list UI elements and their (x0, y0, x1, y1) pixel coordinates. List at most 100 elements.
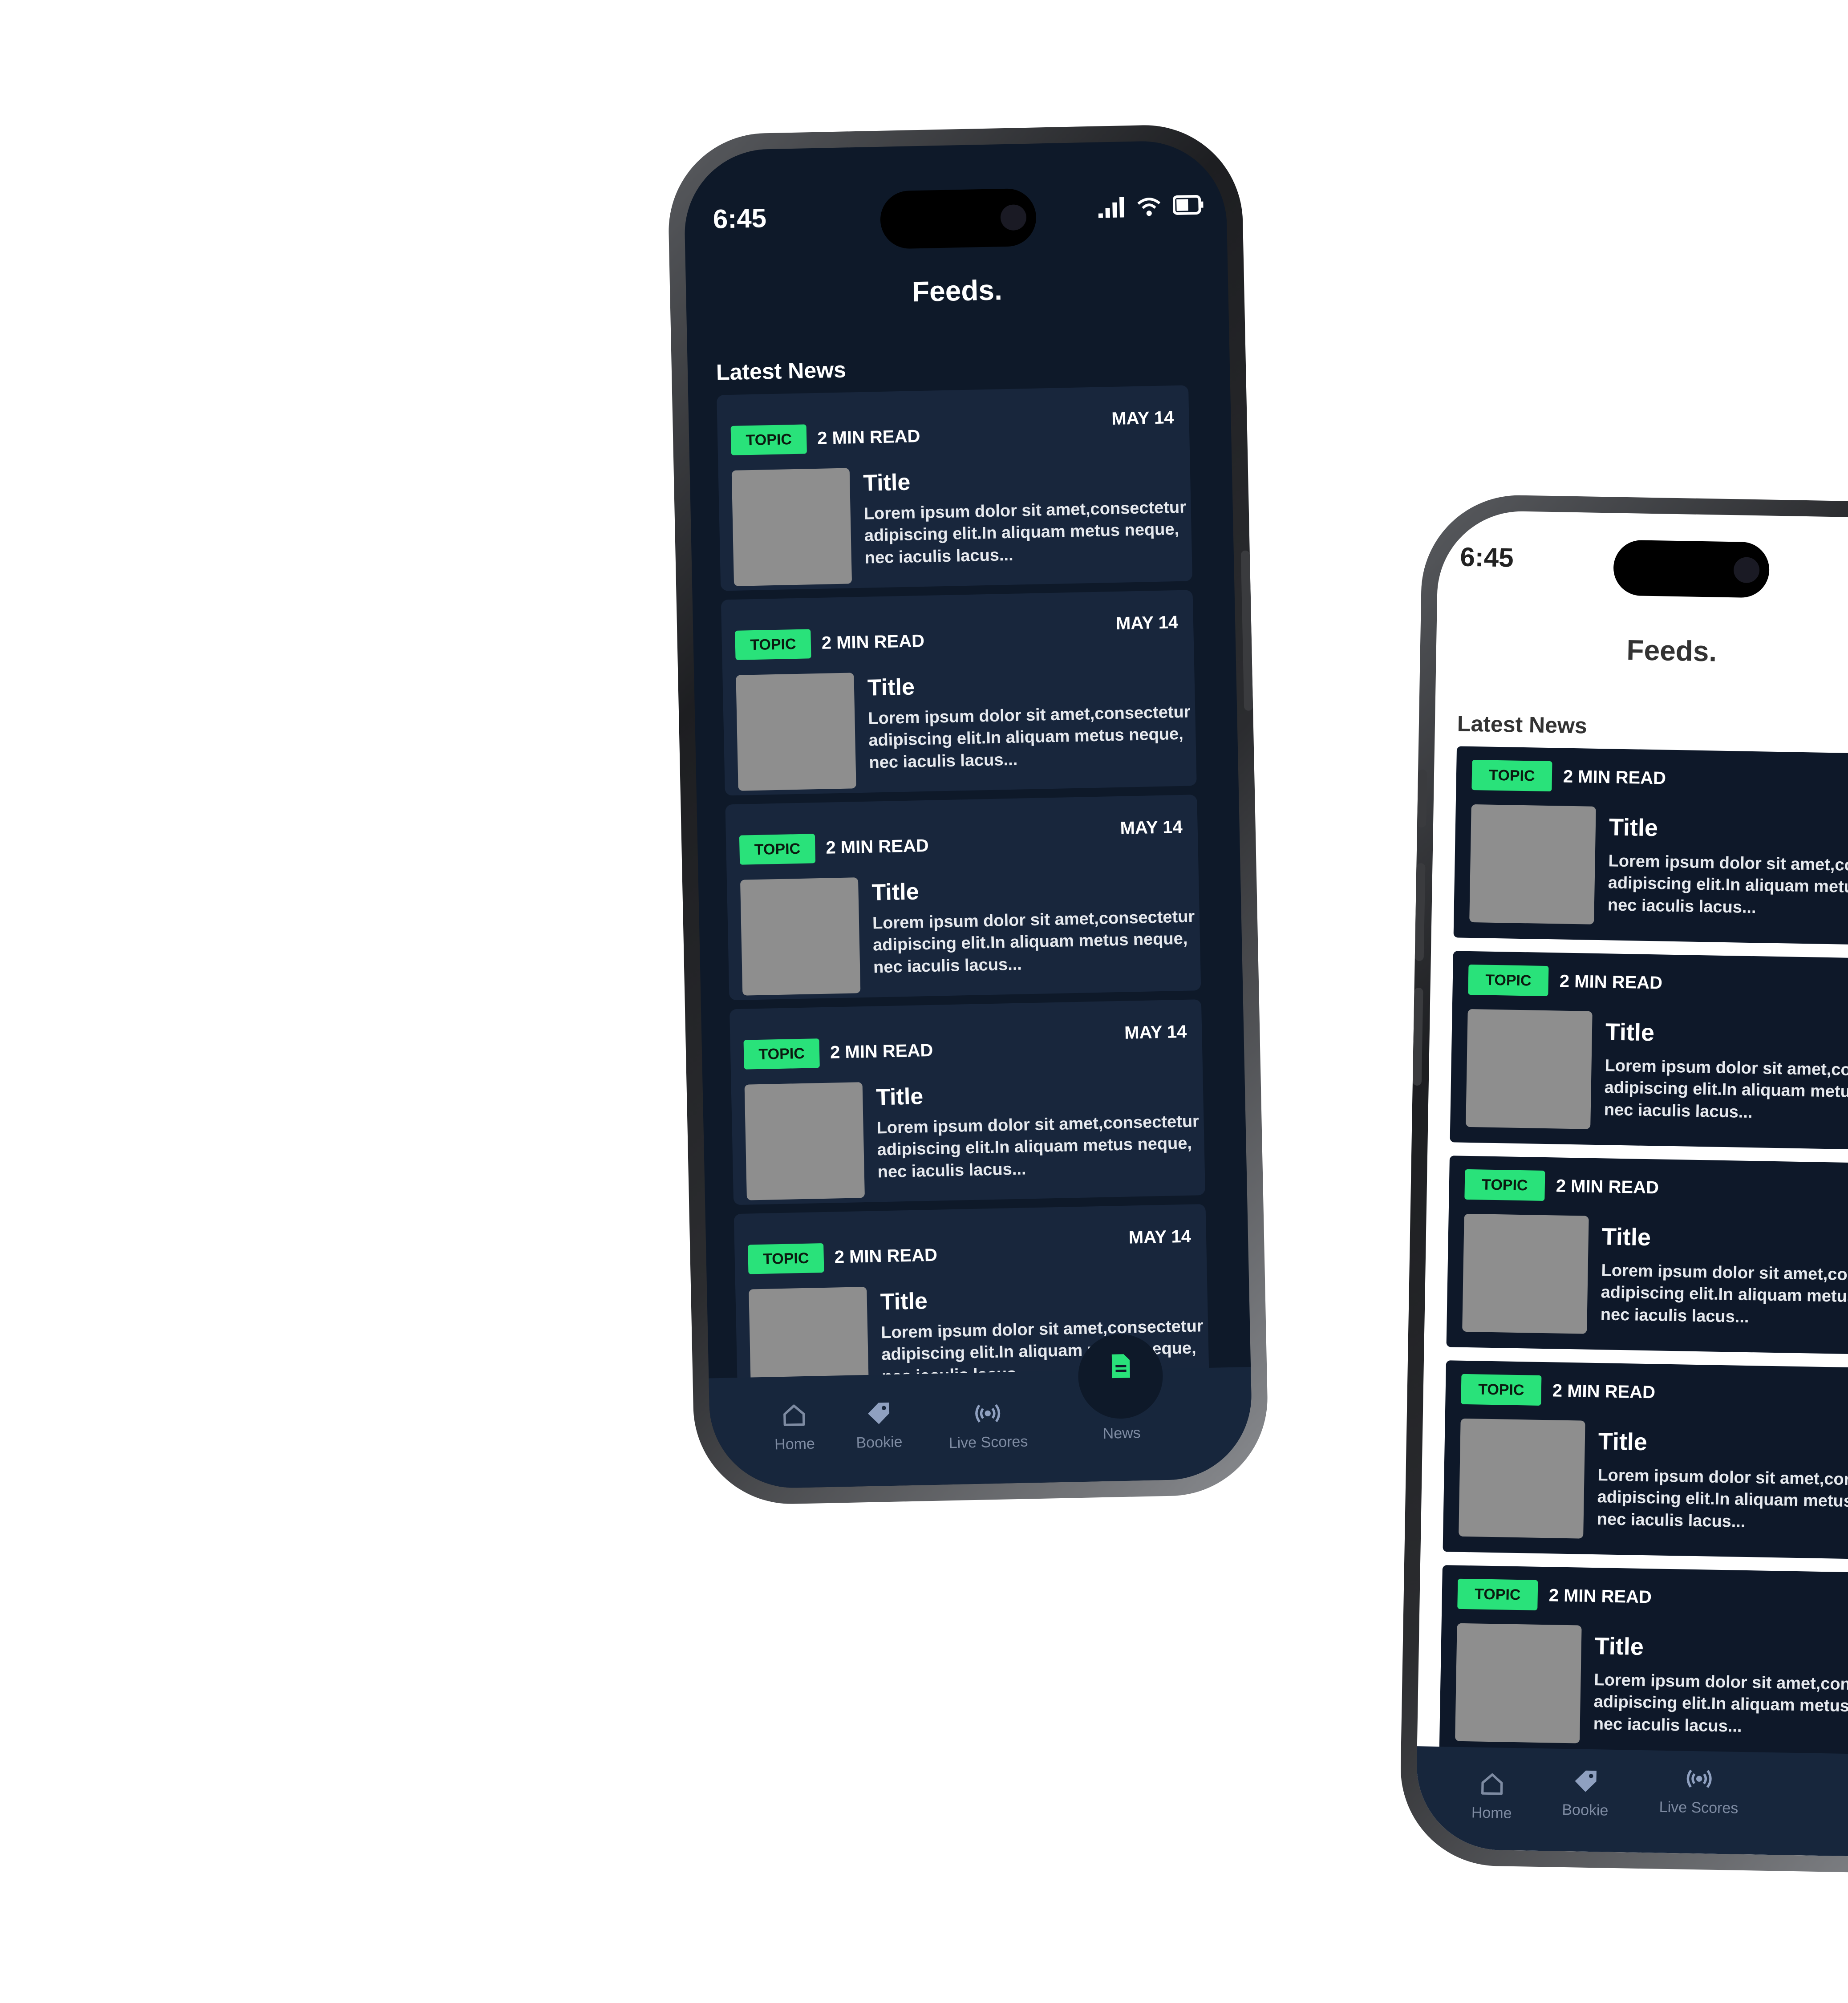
read-time: 2 MIN READ (834, 1245, 938, 1267)
read-time: 2 MIN READ (1548, 1585, 1652, 1607)
article-thumbnail (1459, 1418, 1585, 1539)
nav-home[interactable]: Home (1460, 1769, 1524, 1822)
section-label: Latest News (716, 357, 847, 385)
read-time: 2 MIN READ (830, 1040, 933, 1062)
news-card[interactable]: TOPIC 2 MIN READ Title Lorem ipsum dolor… (1453, 746, 1848, 947)
page-title: Feeds. (912, 274, 1003, 308)
article-summary: Lorem ipsum dolor sit amet,consectetur a… (1600, 1261, 1848, 1326)
news-card[interactable]: TOPIC 2 MIN READ Title Lorem ipsum dolor… (1443, 1360, 1848, 1561)
phone-mockup-side: 6:45 Feeds. Latest News TOPIC 2 MIN READ… (1399, 493, 1848, 1875)
nav-news[interactable]: News (1086, 1351, 1155, 1443)
nav-news-label: News (1102, 1424, 1141, 1442)
article-title: Title (1609, 814, 1658, 842)
dynamic-island (879, 188, 1037, 249)
topic-badge: TOPIC (735, 629, 811, 660)
tag-icon (1575, 1770, 1597, 1792)
read-time: 2 MIN READ (1563, 766, 1666, 788)
nav-live-scores-label: Live Scores (1659, 1798, 1739, 1817)
news-card[interactable]: TOPIC 2 MIN READ MAY 14 Title Lorem ipsu… (725, 795, 1201, 1001)
signal-icon (1098, 197, 1124, 218)
article-title: Title (863, 469, 911, 496)
article-thumbnail (1462, 1213, 1589, 1334)
camera-icon (1733, 557, 1760, 584)
nav-bookie[interactable]: Bookie (1549, 1766, 1621, 1820)
read-time: 2 MIN READ (826, 835, 929, 858)
article-summary: Lorem ipsum dolor sit amet,consectetur a… (1604, 1056, 1848, 1122)
article-title: Title (1594, 1633, 1644, 1661)
news-card[interactable]: TOPIC 2 MIN READ MAY 14 Title Lorem ipsu… (717, 385, 1193, 591)
camera-icon (1000, 204, 1027, 231)
article-summary: Lorem ipsum dolor sit amet,consectetur a… (876, 1112, 1200, 1182)
article-thumbnail (1469, 804, 1596, 924)
status-time: 6:45 (1459, 542, 1514, 573)
article-title: Title (1605, 1018, 1655, 1046)
nav-home-label: Home (1471, 1804, 1512, 1822)
nav-live-scores[interactable]: Live Scores (936, 1398, 1040, 1452)
app-screen: 6:45 Feeds. Latest News TOPIC 2 MIN READ… (1415, 510, 1848, 1858)
bottom-nav: Home Bookie Live Scores (709, 1333, 1253, 1490)
article-date: MAY 14 (1115, 612, 1179, 633)
nav-home[interactable]: Home (763, 1400, 826, 1454)
dynamic-island (1613, 539, 1770, 598)
topic-badge: TOPIC (1461, 1374, 1542, 1406)
article-summary: Lorem ipsum dolor sit amet,consectetur a… (1593, 1671, 1848, 1736)
topic-badge: TOPIC (1457, 1578, 1538, 1610)
article-thumbnail (744, 1082, 865, 1200)
article-summary: Lorem ipsum dolor sit amet,consectetur a… (1597, 1466, 1848, 1531)
phone-mockup-front: 6:45 Feeds. Latest News TOPIC 2 MIN READ… (666, 123, 1270, 1506)
news-card[interactable]: TOPIC 2 MIN READ MAY 14 Title Lorem ipsu… (721, 590, 1197, 796)
topic-badge: TOPIC (730, 424, 807, 455)
volume-button (1240, 550, 1253, 711)
home-icon (783, 1404, 805, 1426)
article-thumbnail (740, 877, 861, 996)
nav-bookie[interactable]: Bookie (843, 1399, 915, 1452)
topic-badge: TOPIC (1468, 964, 1549, 997)
topic-badge: TOPIC (1464, 1169, 1545, 1201)
read-time: 2 MIN READ (1559, 971, 1663, 993)
section-label: Latest News (1457, 711, 1588, 738)
news-card[interactable]: TOPIC 2 MIN READ Title Lorem ipsum dolor… (1450, 951, 1848, 1152)
bottom-nav: Home Bookie Live Scores (1415, 1746, 1848, 1858)
volume-down-button (1412, 987, 1423, 1086)
article-thumbnail (736, 673, 856, 791)
article-thumbnail (1466, 1009, 1593, 1129)
article-summary: Lorem ipsum dolor sit amet,consectetur a… (1607, 851, 1848, 917)
volume-up-button (1414, 863, 1426, 961)
nav-home-label: Home (774, 1435, 815, 1453)
topic-badge: TOPIC (748, 1243, 824, 1274)
news-card[interactable]: TOPIC 2 MIN READ Title Lorem ipsum dolor… (1439, 1565, 1848, 1766)
topic-badge: TOPIC (743, 1038, 820, 1070)
app-screen: 6:45 Feeds. Latest News TOPIC 2 MIN READ… (683, 139, 1253, 1490)
article-summary: Lorem ipsum dolor sit amet,consectetur a… (872, 907, 1195, 977)
nav-bookie-label: Bookie (1562, 1801, 1609, 1819)
article-title: Title (871, 879, 920, 906)
topic-badge: TOPIC (739, 834, 816, 865)
article-title: Title (1601, 1223, 1651, 1251)
read-time: 2 MIN READ (817, 426, 920, 448)
article-thumbnail (731, 468, 852, 586)
article-date: MAY 14 (1128, 1226, 1191, 1248)
wifi-icon (1137, 198, 1161, 216)
status-time: 6:45 (713, 203, 767, 234)
article-summary: Lorem ipsum dolor sit amet,consectetur a… (863, 498, 1187, 568)
read-time: 2 MIN READ (821, 631, 925, 653)
broadcast-icon (975, 1404, 1001, 1423)
article-date: MAY 14 (1124, 1022, 1187, 1043)
article-date: MAY 14 (1120, 817, 1183, 838)
read-time: 2 MIN READ (1552, 1381, 1656, 1403)
read-time: 2 MIN READ (1556, 1176, 1659, 1198)
article-title: Title (875, 1083, 924, 1111)
article-thumbnail (1455, 1623, 1582, 1744)
news-card[interactable]: TOPIC 2 MIN READ Title Lorem ipsum dolor… (1446, 1156, 1848, 1356)
side-button (1417, 769, 1427, 828)
document-icon (1111, 1354, 1130, 1379)
article-date: MAY 14 (1111, 408, 1174, 429)
article-title: Title (867, 674, 915, 701)
status-icons (1098, 194, 1204, 218)
page-title: Feeds. (1626, 634, 1717, 668)
article-title: Title (1598, 1428, 1648, 1456)
news-card[interactable]: TOPIC 2 MIN READ MAY 14 Title Lorem ipsu… (729, 999, 1206, 1205)
nav-live-scores[interactable]: Live Scores (1647, 1764, 1751, 1817)
tag-icon (868, 1403, 890, 1424)
article-title: Title (880, 1288, 928, 1315)
